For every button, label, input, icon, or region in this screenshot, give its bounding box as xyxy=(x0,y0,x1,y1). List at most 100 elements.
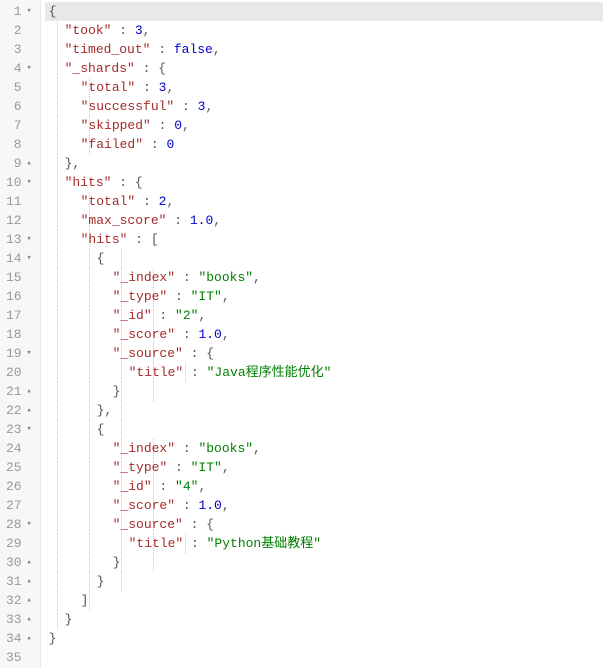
fold-toggle-icon[interactable]: ▾ xyxy=(25,2,34,21)
line-number: 8 xyxy=(14,135,22,154)
code-line[interactable]: "_shards" : { xyxy=(45,59,603,78)
fold-toggle-icon[interactable]: ▾ xyxy=(25,230,34,249)
code-line[interactable]: }, xyxy=(45,401,603,420)
code-line[interactable]: } xyxy=(45,610,603,629)
token-punc: : { xyxy=(183,517,214,532)
line-number: 26 xyxy=(6,477,22,496)
line-number: 35 xyxy=(6,648,22,667)
code-line[interactable]: "title" : "Python基础教程" xyxy=(45,534,603,553)
code-line[interactable]: "took" : 3, xyxy=(45,21,603,40)
code-line[interactable]: "total" : 3, xyxy=(45,78,603,97)
token-str: "IT" xyxy=(191,289,222,304)
fold-toggle-icon[interactable]: ▾ xyxy=(25,515,34,534)
fold-toggle-icon[interactable]: ▾ xyxy=(25,249,34,268)
code-line[interactable]: "successful" : 3, xyxy=(45,97,603,116)
line-content: } xyxy=(45,574,105,589)
token-punc: : xyxy=(175,441,198,456)
code-line[interactable]: "_type" : "IT", xyxy=(45,458,603,477)
fold-toggle-icon[interactable]: ▴ xyxy=(25,572,34,591)
line-content xyxy=(45,650,49,665)
code-line[interactable]: ] xyxy=(45,591,603,610)
code-line[interactable]: { xyxy=(45,420,603,439)
token-num: 1.0 xyxy=(190,213,213,228)
indent-guide xyxy=(153,382,154,401)
code-line[interactable]: "hits" : [ xyxy=(45,230,603,249)
fold-toggle-icon[interactable]: ▴ xyxy=(25,154,34,173)
code-line[interactable]: "_score" : 1.0, xyxy=(45,496,603,515)
gutter-line: 27 xyxy=(6,496,34,515)
fold-toggle-icon[interactable]: ▾ xyxy=(25,344,34,363)
token-bool: false xyxy=(174,42,213,57)
code-line[interactable]: "hits" : { xyxy=(45,173,603,192)
line-number: 7 xyxy=(14,116,22,135)
code-editor[interactable]: 1▾234▾56789▴10▾111213▾14▾1516171819▾2021… xyxy=(0,0,603,668)
fold-toggle-icon[interactable]: ▴ xyxy=(25,610,34,629)
line-content: } xyxy=(45,612,73,627)
gutter-line: 34▴ xyxy=(6,629,34,648)
gutter-line: 14▾ xyxy=(6,249,34,268)
line-content: } xyxy=(45,384,121,399)
fold-toggle-icon[interactable]: ▾ xyxy=(25,173,34,192)
code-line[interactable]: } xyxy=(45,382,603,401)
line-number: 9 xyxy=(14,154,22,173)
fold-toggle-icon[interactable]: ▴ xyxy=(25,553,34,572)
line-number: 6 xyxy=(14,97,22,116)
line-number: 29 xyxy=(6,534,22,553)
token-punc: : xyxy=(183,536,206,551)
code-line[interactable]: "_score" : 1.0, xyxy=(45,325,603,344)
line-number: 34 xyxy=(6,629,22,648)
line-number: 31 xyxy=(6,572,22,591)
fold-toggle-icon[interactable]: ▴ xyxy=(25,629,34,648)
gutter-line: 15 xyxy=(6,268,34,287)
line-content: "_index" : "books", xyxy=(45,270,261,285)
fold-toggle-icon[interactable]: ▴ xyxy=(25,591,34,610)
code-line[interactable]: } xyxy=(45,629,603,648)
code-line[interactable]: "max_score" : 1.0, xyxy=(45,211,603,230)
code-line[interactable]: "_source" : { xyxy=(45,344,603,363)
fold-toggle-icon[interactable]: ▾ xyxy=(25,420,34,439)
gutter-line: 10▾ xyxy=(6,173,34,192)
line-number: 21 xyxy=(6,382,22,401)
code-line[interactable]: "skipped" : 0, xyxy=(45,116,603,135)
code-line[interactable]: }, xyxy=(45,154,603,173)
gutter-line: 7 xyxy=(6,116,34,135)
fold-toggle-icon[interactable]: ▴ xyxy=(25,401,34,420)
code-line[interactable]: } xyxy=(45,553,603,572)
line-number: 19 xyxy=(6,344,22,363)
code-area[interactable]: { "took" : 3, "timed_out" : false, "_shards… xyxy=(41,0,603,668)
code-line[interactable]: "title" : "Java程序性能优化" xyxy=(45,363,603,382)
code-line[interactable]: "_index" : "books", xyxy=(45,439,603,458)
code-line[interactable]: "_source" : { xyxy=(45,515,603,534)
gutter-line: 31▴ xyxy=(6,572,34,591)
code-line[interactable]: "failed" : 0 xyxy=(45,135,603,154)
token-key: "_index" xyxy=(113,270,175,285)
token-punc: }, xyxy=(97,403,113,418)
token-punc: { xyxy=(97,422,105,437)
line-content: "_shards" : { xyxy=(45,61,166,76)
fold-toggle-icon[interactable]: ▾ xyxy=(25,59,34,78)
line-content: { xyxy=(45,422,105,437)
line-content: "total" : 2, xyxy=(45,194,175,209)
token-key: "skipped" xyxy=(81,118,151,133)
gutter-line: 33▴ xyxy=(6,610,34,629)
line-content: "took" : 3, xyxy=(45,23,151,38)
code-line[interactable]: "_id" : "2", xyxy=(45,306,603,325)
line-content: "failed" : 0 xyxy=(45,137,175,152)
code-line[interactable]: { xyxy=(45,2,603,21)
token-punc: : xyxy=(111,23,134,38)
line-number: 28 xyxy=(6,515,22,534)
indent-guide xyxy=(121,249,122,268)
code-line[interactable]: "_type" : "IT", xyxy=(45,287,603,306)
code-line[interactable]: { xyxy=(45,249,603,268)
code-line[interactable]: "_index" : "books", xyxy=(45,268,603,287)
token-punc: ] xyxy=(81,593,89,608)
token-str: "2" xyxy=(175,308,198,323)
code-line[interactable] xyxy=(45,648,603,667)
token-str: "books" xyxy=(198,441,253,456)
gutter-line: 30▴ xyxy=(6,553,34,572)
code-line[interactable]: "total" : 2, xyxy=(45,192,603,211)
fold-toggle-icon[interactable]: ▴ xyxy=(25,382,34,401)
code-line[interactable]: } xyxy=(45,572,603,591)
code-line[interactable]: "_id" : "4", xyxy=(45,477,603,496)
code-line[interactable]: "timed_out" : false, xyxy=(45,40,603,59)
